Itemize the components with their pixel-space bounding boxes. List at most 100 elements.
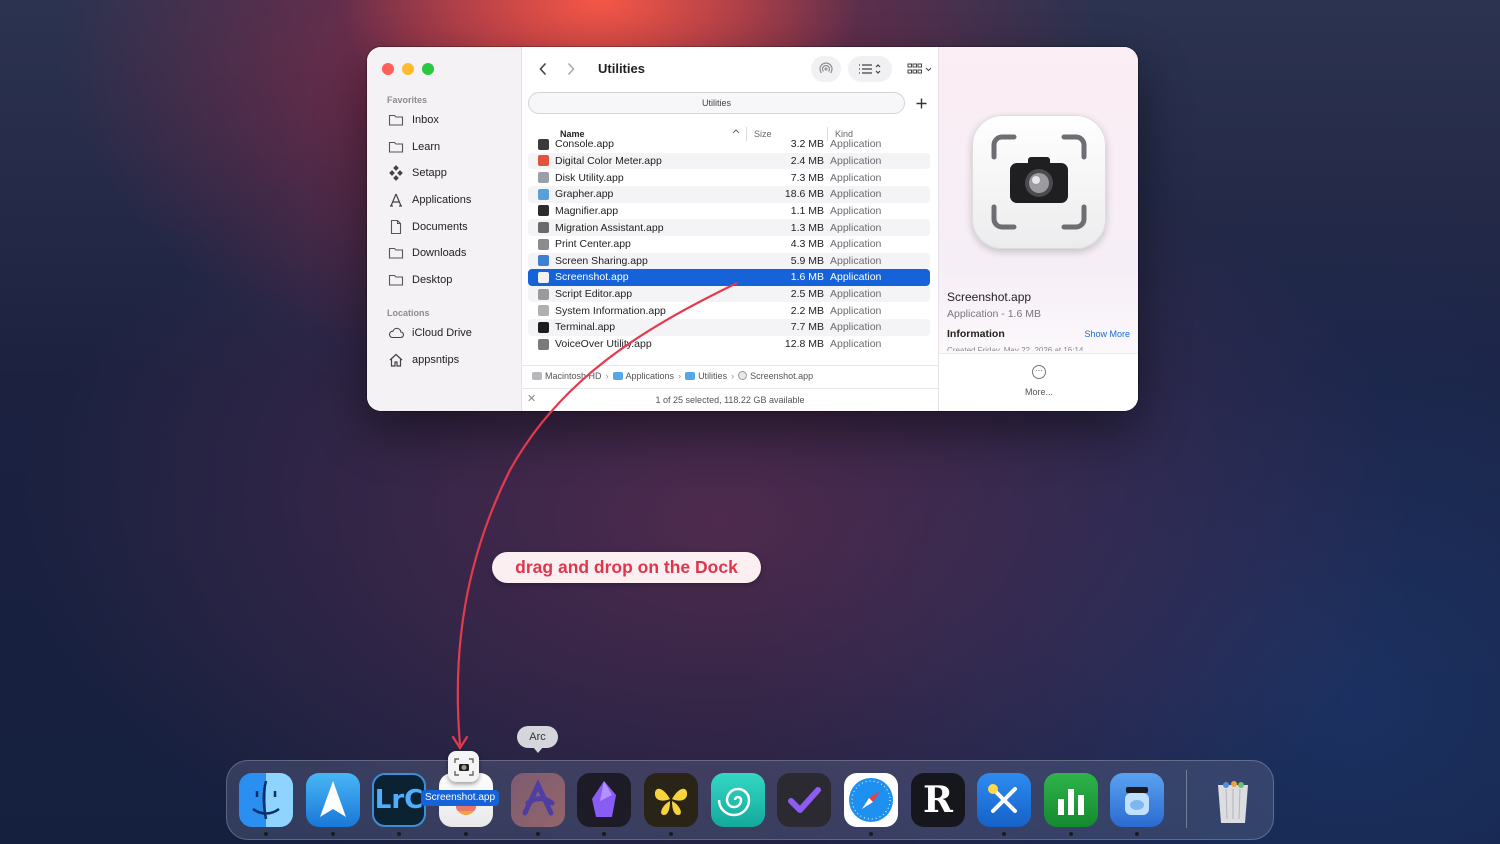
dock-app-tes[interactable] <box>644 773 698 827</box>
numbers-icon <box>1058 789 1084 815</box>
app-icon <box>538 288 549 300</box>
close-icon[interactable]: ✕ <box>527 392 536 405</box>
sidebar-item-applications[interactable]: Applications <box>388 190 471 210</box>
dock-app-reeder[interactable]: R <box>911 773 965 827</box>
sidebar-locations-header: Locations <box>387 308 430 318</box>
dock-trash[interactable] <box>1206 773 1260 827</box>
sidebar-item-learn[interactable]: Learn <box>388 137 440 157</box>
sort-ascending-icon <box>732 127 740 136</box>
dragged-app-label: Screenshot.app <box>421 790 500 806</box>
dock-app-obsidian[interactable] <box>577 773 631 827</box>
finder-icon <box>252 780 280 820</box>
dock-app-arc[interactable] <box>511 773 565 827</box>
file-row[interactable]: Migration Assistant.app 1.3 MB Application <box>528 219 930 236</box>
file-name: Digital Color Meter.app <box>555 154 662 167</box>
file-row[interactable]: Disk Utility.app 7.3 MB Application <box>528 169 930 186</box>
dock-app-safari[interactable] <box>844 773 898 827</box>
annotation-callout: drag and drop on the Dock <box>492 552 761 583</box>
file-name: Script Editor.app <box>555 288 633 301</box>
sidebar-item-desktop[interactable]: Desktop <box>388 270 452 290</box>
path-crumb-utilities[interactable]: Utilities <box>685 371 727 381</box>
back-button[interactable] <box>530 57 556 81</box>
sidebar-item-label: Inbox <box>412 114 439 126</box>
new-tab-button[interactable] <box>910 92 932 114</box>
file-kind: Application <box>830 271 882 284</box>
path-crumb-label: Macintosh HD <box>545 370 602 381</box>
dock-app-spiral[interactable] <box>711 773 765 827</box>
close-window-button[interactable] <box>382 63 394 75</box>
plus-icon <box>916 98 926 108</box>
dragged-app-icon[interactable] <box>448 751 479 782</box>
tab-utilities[interactable]: Utilities <box>528 92 905 114</box>
spark-icon <box>320 781 346 817</box>
ellipsis-circle-icon[interactable]: ⋯ <box>1032 365 1046 379</box>
sidebar-item-inbox[interactable]: Inbox <box>388 110 439 130</box>
sidebar-item-icloud-drive[interactable]: iCloud Drive <box>388 323 472 343</box>
file-size: 7.7 MB <box>790 321 824 334</box>
view-options-button[interactable] <box>848 56 892 82</box>
chevron-right-icon: › <box>605 370 609 381</box>
show-more-link[interactable]: Show More <box>1084 329 1130 339</box>
file-kind: Application <box>830 204 882 217</box>
file-row[interactable]: Terminal.app 7.7 MB Application <box>528 319 930 336</box>
jar-icon <box>1125 787 1149 815</box>
file-row[interactable]: Script Editor.app 2.5 MB Application <box>528 285 930 303</box>
dock-app-tools[interactable] <box>977 773 1031 827</box>
dock-app-omnifocus[interactable] <box>777 773 831 827</box>
running-indicator <box>1135 832 1139 836</box>
path-crumb-macintosh-hd[interactable]: Macintosh HD <box>532 371 602 381</box>
file-kind: Application <box>830 154 882 167</box>
running-indicator <box>331 832 335 836</box>
minimize-window-button[interactable] <box>402 63 414 75</box>
file-row[interactable]: Grapher.app 18.6 MB Application <box>528 185 930 203</box>
file-row[interactable]: System Information.app 2.2 MB Application <box>528 303 930 320</box>
path-crumb-applications[interactable]: Applications <box>612 371 674 381</box>
preview-pane: Screenshot.app Application - 1.6 MB Info… <box>938 47 1138 411</box>
path-crumb-screenshot-app[interactable]: Screenshot.app <box>738 371 813 381</box>
file-name: Grapher.app <box>555 188 614 201</box>
more-button[interactable]: More... <box>939 387 1138 397</box>
dock-app-finder[interactable] <box>239 773 293 827</box>
file-kind: Application <box>830 288 882 301</box>
sidebar-favorites-header: Favorites <box>387 95 428 105</box>
file-size: 1.1 MB <box>790 204 824 217</box>
file-row[interactable]: Magnifier.app 1.1 MB Application <box>528 203 930 220</box>
app-icon <box>538 271 549 283</box>
sidebar-item-label: appsntips <box>412 354 460 366</box>
running-indicator <box>869 832 873 836</box>
sidebar-item-downloads[interactable]: Downloads <box>388 243 466 263</box>
group-by-button[interactable] <box>901 56 941 82</box>
app-icon <box>538 205 549 217</box>
sidebar-item-setapp[interactable]: Setapp <box>388 163 447 183</box>
file-row[interactable]: Screen Sharing.app 5.9 MB Application <box>528 252 930 270</box>
sidebar-item-label: Documents <box>412 221 468 233</box>
sidebar-item-label: Learn <box>412 141 441 153</box>
dock-app-numbers[interactable] <box>1044 773 1098 827</box>
file-size: 1.3 MB <box>790 221 824 234</box>
file-row[interactable]: VoiceOver Utility.app 12.8 MB Application <box>528 336 930 353</box>
zoom-window-button[interactable] <box>422 63 434 75</box>
folder-icon <box>388 274 404 286</box>
preview-information-header: Information <box>947 328 1005 340</box>
file-size: 4.3 MB <box>790 238 824 251</box>
forward-button[interactable] <box>558 57 584 81</box>
running-indicator <box>1002 832 1006 836</box>
screenshot-app-icon <box>972 115 1106 249</box>
file-size: 2.2 MB <box>790 304 824 317</box>
file-row[interactable]: Console.app 3.2 MB Application <box>528 136 930 153</box>
file-row[interactable]: Digital Color Meter.app 2.4 MB Application <box>528 152 930 170</box>
preview-created-row: Created Friday, May 22, 2026 at 16:14 <box>947 346 1084 351</box>
sidebar-item-appsntips[interactable]: appsntips <box>388 350 459 370</box>
document-icon <box>390 219 402 235</box>
dock-app-lightroom[interactable]: LrC <box>372 773 426 827</box>
file-row[interactable]: Screenshot.app 1.6 MB Application <box>528 269 930 286</box>
app-icon <box>538 321 549 333</box>
safari-icon <box>849 778 893 822</box>
file-browser: Utilities Utilities Name Size Kind Conso… <box>522 47 938 411</box>
airdrop-button[interactable] <box>811 56 841 82</box>
file-row[interactable]: Print Center.app 4.3 MB Application <box>528 236 930 253</box>
spiral-icon <box>717 787 751 817</box>
sidebar-item-documents[interactable]: Documents <box>388 217 468 237</box>
dock-app-backup[interactable] <box>1110 773 1164 827</box>
dock-app-spark[interactable] <box>306 773 360 827</box>
